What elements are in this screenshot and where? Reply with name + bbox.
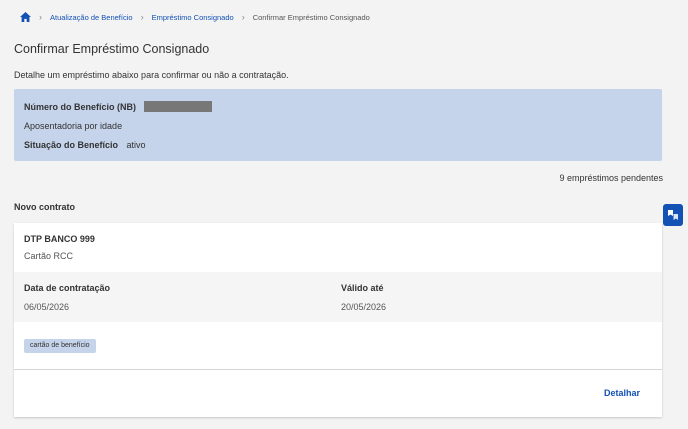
pending-loans-count: 9 empréstimos pendentes (559, 173, 663, 183)
page-title: Confirmar Empréstimo Consignado (14, 42, 210, 56)
card-divider (14, 369, 662, 370)
breadcrumb-item-emprestimo[interactable]: Empréstimo Consignado (152, 13, 234, 22)
contract-date-value: 06/05/2026 (24, 302, 70, 312)
breadcrumb: › Atualização de Benefício › Empréstimo … (20, 10, 370, 24)
contract-dates: Data de contratação 06/05/2026 Válido at… (14, 272, 662, 322)
benefit-number-row: Número do Benefício (NB) (24, 101, 213, 112)
chevron-right-icon: › (39, 12, 42, 22)
valid-until-field: Válido até 20/05/2026 (341, 283, 386, 312)
bank-name: DTP BANCO 999 (24, 234, 95, 244)
valid-until-label: Válido até (341, 283, 384, 293)
benefit-number-label: Número do Benefício (NB) (24, 101, 137, 112)
benefit-summary: Número do Benefício (NB) Aposentadoria p… (14, 89, 662, 161)
contract-date-field: Data de contratação 06/05/2026 (24, 283, 110, 312)
contract-date-label: Data de contratação (24, 283, 111, 293)
breadcrumb-current: Confirmar Empréstimo Consignado (252, 12, 370, 22)
chevron-right-icon: › (241, 12, 245, 22)
benefit-card-tag: cartão de benefício (24, 339, 96, 353)
benefit-status-label: Situação do Benefício (24, 140, 119, 150)
detail-button[interactable]: Detalhar (604, 388, 640, 398)
home-icon[interactable] (20, 12, 31, 22)
breadcrumb-item-beneficio[interactable]: Atualização de Benefício (50, 13, 133, 22)
valid-until-value: 20/05/2026 (341, 302, 387, 312)
contract-card: DTP BANCO 999 Cartão RCC Data de contrat… (14, 223, 662, 417)
accessibility-icon (668, 210, 678, 220)
section-title: Novo contrato (14, 202, 76, 212)
benefit-status-row: Situação do Benefício ativo (24, 140, 146, 150)
chevron-right-icon: › (140, 12, 144, 22)
accessibility-button[interactable] (663, 204, 683, 226)
benefit-status-value: ativo (126, 140, 146, 150)
benefit-type: Aposentadoria por idade (24, 121, 123, 131)
product-name: Cartão RCC (24, 251, 74, 261)
page-subtitle: Detalhe um empréstimo abaixo para confir… (14, 70, 289, 80)
benefit-number-redacted (144, 101, 213, 112)
